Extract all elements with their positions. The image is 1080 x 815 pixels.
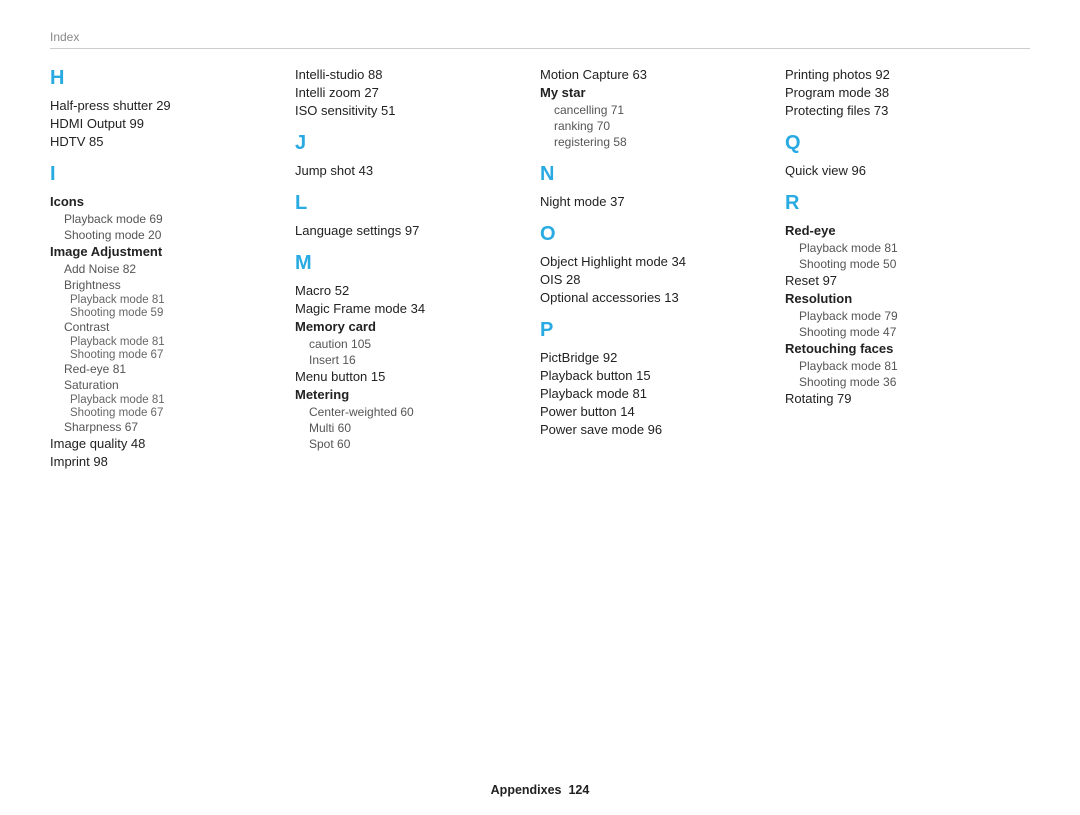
sub-entry-item: Multi 60: [295, 421, 530, 435]
entry-item: Jump shot 43: [295, 163, 530, 178]
sub-entry-item: Playback mode 81: [785, 359, 1020, 373]
section-2-3: P PictBridge 92 Playback button 15 Playback…: [540, 319, 775, 437]
entry-item: Magic Frame mode 34: [295, 301, 530, 316]
sub-entry-item: Insert 16: [295, 353, 530, 367]
entry-item: Metering: [295, 387, 530, 402]
entry-item: Reset 97: [785, 273, 1020, 288]
entry-item: Playback button 15: [540, 368, 775, 383]
sub-entry-item: Add Noise 82: [50, 262, 285, 276]
entry-item: Memory card: [295, 319, 530, 334]
footer: Appendixes 124: [0, 783, 1080, 797]
section-letter-M: M: [295, 252, 530, 275]
entry-item: Icons: [50, 194, 285, 209]
entry-item: Quick view 96: [785, 163, 1020, 178]
sub-sub-entry-item: Shooting mode 67: [50, 407, 285, 419]
entry-item: Playback mode 81: [540, 386, 775, 401]
section-letter-P: P: [540, 319, 775, 342]
entry-item: Resolution: [785, 291, 1020, 306]
sub-entry-item: Spot 60: [295, 437, 530, 451]
section-letter-I: I: [50, 163, 285, 186]
entry-item: Power save mode 96: [540, 422, 775, 437]
entry-item: OIS 28: [540, 272, 775, 287]
section-letter-O: O: [540, 223, 775, 246]
sub-entry-item: Shooting mode 20: [50, 228, 285, 242]
section-1-0: Intelli-studio 88 Intelli zoom 27 ISO sens…: [295, 67, 530, 118]
entry-item: Protecting files 73: [785, 103, 1020, 118]
index-columns: H Half-press shutter 29 HDMI Output 99 HDTV…: [50, 67, 1030, 472]
entry-item: Program mode 38: [785, 85, 1020, 100]
page: Index H Half-press shutter 29 HDMI Output …: [0, 0, 1080, 815]
sub-entry-item: Contrast: [50, 320, 285, 334]
section-3-0: Printing photos 92 Program mode 38 Protect…: [785, 67, 1020, 118]
sub-entry-item: Playback mode 79: [785, 309, 1020, 323]
entry-item: Power button 14: [540, 404, 775, 419]
entry-item: Macro 52: [295, 283, 530, 298]
section-2-1: N Night mode 37: [540, 163, 775, 209]
sub-entry-item: Shooting mode 36: [785, 375, 1020, 389]
section-letter-J: J: [295, 132, 530, 155]
sub-entry-item: caution 105: [295, 337, 530, 351]
sub-entry-item: Red-eye 81: [50, 362, 285, 376]
sub-sub-entry-item: Shooting mode 59: [50, 307, 285, 319]
entry-item: Intelli-studio 88: [295, 67, 530, 82]
sub-sub-entry-item: Playback mode 81: [50, 294, 285, 306]
page-label: Index: [50, 30, 1030, 44]
sub-entry-item: Playback mode 69: [50, 212, 285, 226]
column-2: Motion Capture 63 My star cancelling 71 ran…: [540, 67, 785, 472]
sub-entry-item: cancelling 71: [540, 103, 775, 117]
entry-item: Image quality 48: [50, 436, 285, 451]
entry-item: Rotating 79: [785, 391, 1020, 406]
column-1: Intelli-studio 88 Intelli zoom 27 ISO sens…: [295, 67, 540, 472]
entry-item: ISO sensitivity 51: [295, 103, 530, 118]
entry-item: Retouching faces: [785, 341, 1020, 356]
entry-item: Intelli zoom 27: [295, 85, 530, 100]
sub-entry-item: ranking 70: [540, 119, 775, 133]
entry-item: Image Adjustment: [50, 244, 285, 259]
column-0: H Half-press shutter 29 HDMI Output 99 HDTV…: [50, 67, 295, 472]
sub-entry-item: Sharpness 67: [50, 420, 285, 434]
section-2-2: O Object Highlight mode 34 OIS 28 Optional …: [540, 223, 775, 305]
entry-item: Optional accessories 13: [540, 290, 775, 305]
sub-entry-item: Shooting mode 47: [785, 325, 1020, 339]
sub-entry-item: Center-weighted 60: [295, 405, 530, 419]
section-3-1: Q Quick view 96: [785, 132, 1020, 178]
sub-entry-item: Brightness: [50, 278, 285, 292]
section-letter-N: N: [540, 163, 775, 186]
sub-entry-item: Saturation: [50, 378, 285, 392]
sub-entry-item: Playback mode 81: [785, 241, 1020, 255]
sub-entry-item: registering 58: [540, 135, 775, 149]
section-1-1: J Jump shot 43: [295, 132, 530, 178]
entry-item: HDTV 85: [50, 134, 285, 149]
entry-item: Night mode 37: [540, 194, 775, 209]
entry-item: PictBridge 92: [540, 350, 775, 365]
section-letter-L: L: [295, 192, 530, 215]
footer-text: Appendixes: [491, 783, 562, 797]
entry-item: HDMI Output 99: [50, 116, 285, 131]
entry-item: Menu button 15: [295, 369, 530, 384]
section-0-0: H Half-press shutter 29 HDMI Output 99 HDTV…: [50, 67, 285, 149]
footer-page: 124: [568, 783, 589, 797]
section-1-2: L Language settings 97: [295, 192, 530, 238]
entry-item: Motion Capture 63: [540, 67, 775, 82]
section-3-2: R Red-eye Playback mode 81 Shooting mode 50…: [785, 192, 1020, 406]
sub-sub-entry-item: Playback mode 81: [50, 394, 285, 406]
section-0-1: I Icons Playback mode 69 Shooting mode 20 Im…: [50, 163, 285, 469]
sub-entry-item: Shooting mode 50: [785, 257, 1020, 271]
entry-item: Printing photos 92: [785, 67, 1020, 82]
section-2-0: Motion Capture 63 My star cancelling 71 ran…: [540, 67, 775, 149]
entry-item: Object Highlight mode 34: [540, 254, 775, 269]
section-letter-H: H: [50, 67, 285, 90]
top-rule: [50, 48, 1030, 49]
entry-item: Imprint 98: [50, 454, 285, 469]
section-letter-Q: Q: [785, 132, 1020, 155]
section-1-3: M Macro 52 Magic Frame mode 34 Memory card c…: [295, 252, 530, 451]
entry-item: Red-eye: [785, 223, 1020, 238]
entry-item: Language settings 97: [295, 223, 530, 238]
entry-item: Half-press shutter 29: [50, 98, 285, 113]
sub-sub-entry-item: Playback mode 81: [50, 336, 285, 348]
sub-sub-entry-item: Shooting mode 67: [50, 349, 285, 361]
section-letter-R: R: [785, 192, 1020, 215]
entry-item: My star: [540, 85, 775, 100]
column-3: Printing photos 92 Program mode 38 Protect…: [785, 67, 1030, 472]
